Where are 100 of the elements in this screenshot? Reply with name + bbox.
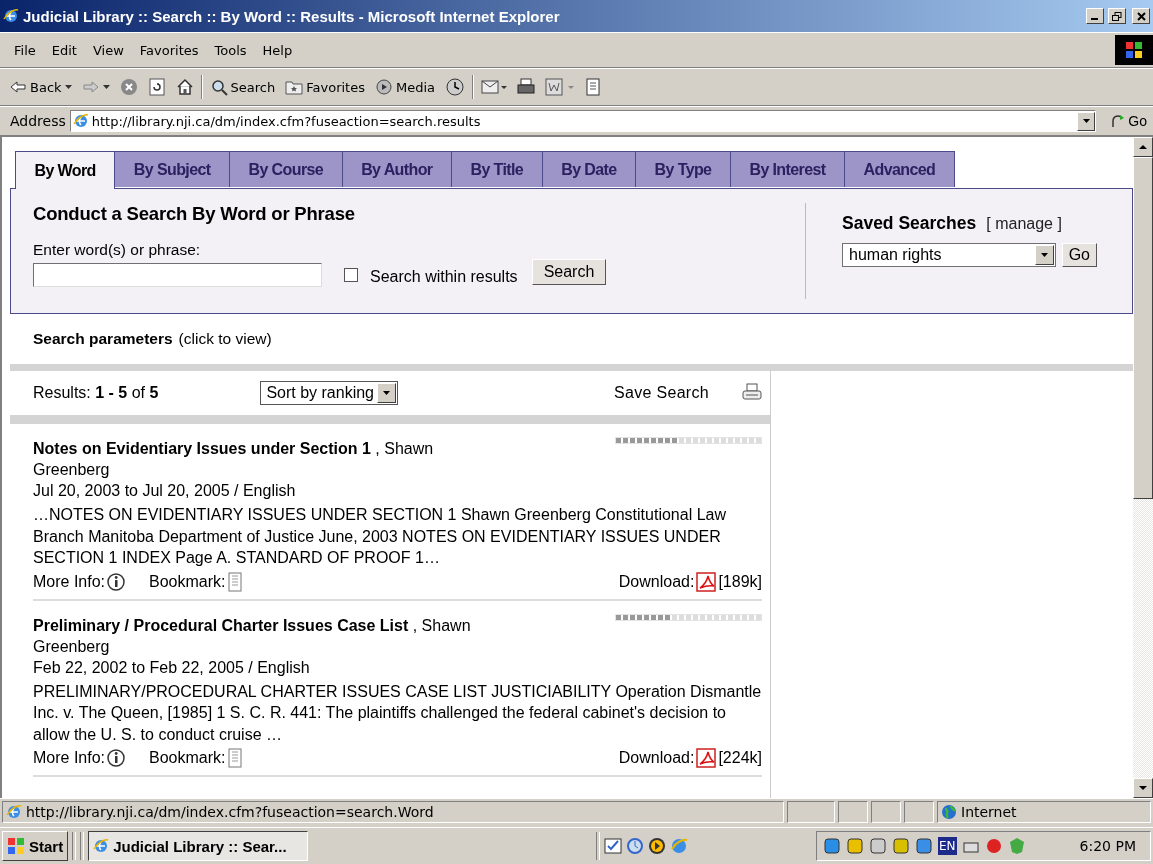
info-icon[interactable] — [107, 749, 126, 767]
taskbar-window-button[interactable]: Judicial Library :: Sear... — [88, 831, 309, 861]
bookmark-label: Bookmark: — [149, 572, 226, 591]
restore-icon — [1112, 11, 1122, 21]
status-panel — [904, 801, 934, 823]
more-info-label: More Info: — [33, 749, 106, 767]
language-indicator[interactable]: EN — [938, 837, 957, 855]
forward-arrow-icon — [81, 79, 100, 95]
status-panel — [871, 801, 901, 823]
manage-link[interactable]: [ manage ] — [986, 215, 1062, 233]
calendar-icon[interactable] — [604, 837, 623, 855]
window-title: Judicial Library :: Search :: By Word :: Results - Microsoft Internet Explorer — [23, 7, 561, 25]
media-icon — [374, 78, 393, 96]
folder-star-icon — [285, 79, 304, 95]
globe-icon — [941, 804, 957, 820]
close-icon — [1136, 11, 1146, 21]
back-arrow-icon — [9, 79, 27, 95]
page-globe-icon — [6, 804, 22, 820]
tab[interactable]: By Interest — [730, 151, 846, 187]
down-arrow-icon — [1139, 786, 1147, 790]
info-icon[interactable] — [107, 572, 126, 591]
checkbox-label: Search within results — [370, 267, 518, 286]
media-button[interactable]: Media — [371, 76, 438, 98]
bookmark-label: Bookmark: — [149, 749, 226, 767]
start-button[interactable]: Start — [2, 831, 69, 861]
result-excerpt: PRELIMINARY/PROCEDURAL CHARTER ISSUES CASE LIST JUSTICIABILITY Operation Dismantle Inc. v. The Queen, [1985] 1 S. C. R. 441: The plaintiffs challenged the federal cabinet's decision to allow the U. S. to conduct cruise … — [33, 681, 762, 745]
save-search-link[interactable]: Save Search — [614, 384, 709, 402]
stop-icon — [119, 78, 138, 96]
status-text: http://library.nji.ca/dm/index.cfm?fuseaction=search.Word — [26, 804, 434, 820]
result-excerpt: …NOTES ON EVIDENTIARY ISSUES UNDER SECTION 1 Shawn Greenberg Constitutional Law Branch Manitoba Department of Justice June, 2003 NOTES ON EVIDENTIARY ISSUES UNDER SECTION 1 INDEX Page A. STANDARD OF PROOF 1… — [33, 505, 727, 568]
download-label: Download: — [618, 749, 695, 767]
checkbox[interactable] — [344, 268, 358, 282]
tab[interactable]: By Author — [342, 151, 452, 187]
menu-item[interactable]: Help — [254, 42, 301, 58]
status-panel — [787, 801, 835, 823]
address-label: Address — [10, 113, 66, 129]
print-icon — [517, 78, 535, 96]
tab[interactable]: Advanced — [845, 151, 955, 187]
caret-icon — [1082, 119, 1090, 123]
search-button[interactable]: Search — [206, 76, 279, 98]
clock: 6:20 PM — [1079, 838, 1136, 854]
history-icon — [445, 78, 465, 96]
search-button[interactable]: Search — [531, 259, 607, 285]
pdf-icon[interactable] — [696, 571, 717, 592]
go-button[interactable]: Go — [1061, 243, 1097, 267]
browser-icon — [93, 838, 110, 854]
page-globe-icon — [72, 113, 89, 129]
tab[interactable]: By Subject — [115, 151, 230, 187]
result-dates: Feb 22, 2002 to Feb 22, 2005 / English — [33, 657, 311, 678]
status-panel — [838, 801, 868, 823]
file-size: [224k] — [718, 749, 762, 767]
tab[interactable]: By Date — [542, 151, 637, 187]
tab[interactable]: By Course — [230, 151, 343, 187]
parameters-hint: (click to view) — [178, 330, 272, 348]
menu-item[interactable]: Favorites — [131, 42, 207, 58]
close-button[interactable] — [1132, 8, 1150, 24]
results-count: Results: 1 - 5 of 5 — [33, 384, 159, 402]
result-title[interactable]: Notes on Evidentiary Issues under Section 1 , Shawn Greenberg — [33, 438, 473, 480]
saved-searches-heading: Saved Searches — [842, 213, 977, 234]
sort-select[interactable]: Sort by ranking — [260, 381, 398, 405]
security-zone: Internet — [961, 804, 1017, 820]
maximize-button[interactable] — [1108, 8, 1126, 24]
edit-icon — [545, 78, 575, 96]
print-icon[interactable] — [742, 383, 762, 403]
result-dates: Jul 20, 2003 to Jul 20, 2005 / English — [33, 481, 297, 501]
home-icon — [175, 78, 194, 96]
tab[interactable]: By Word — [15, 151, 116, 189]
play-icon[interactable] — [648, 837, 667, 855]
mail-icon — [481, 78, 507, 96]
address-field[interactable]: http://library.nji.ca/dm/index.cfm?fuseaction=search.results — [69, 110, 1097, 132]
back-button[interactable]: Back — [6, 77, 75, 97]
search-field[interactable] — [33, 263, 322, 287]
search-icon — [209, 78, 228, 96]
favorites-button[interactable]: Favorites — [282, 77, 368, 97]
result-title[interactable]: Preliminary / Procedural Charter Issues Case List , Shawn Greenberg — [33, 614, 473, 657]
caret-icon — [1040, 253, 1048, 257]
pdf-icon[interactable] — [696, 748, 717, 768]
browser-icon — [3, 8, 19, 24]
minimize-button[interactable] — [1086, 8, 1104, 24]
search-heading: Conduct a Search By Word or Phrase — [33, 203, 356, 225]
tab[interactable]: By Title — [451, 151, 543, 187]
saved-search-select[interactable]: human rights — [842, 243, 1056, 267]
field-label: Enter word(s) or phrase: — [33, 241, 202, 259]
tab[interactable]: By Type — [636, 151, 731, 187]
search-parameters-link[interactable]: Search parameters — [33, 330, 173, 348]
app-icon[interactable] — [984, 837, 1003, 855]
menu-item[interactable]: File — [6, 42, 44, 58]
download-label: Download: — [618, 572, 695, 591]
file-size: [189k] — [718, 572, 762, 591]
flag-icon — [1125, 41, 1143, 59]
scrollbar[interactable] — [1133, 137, 1153, 798]
up-arrow-icon — [1139, 145, 1147, 149]
go-button[interactable]: Go — [1108, 113, 1149, 129]
menu-item[interactable]: Tools — [206, 42, 255, 58]
menu-item[interactable]: Edit — [43, 42, 85, 58]
more-info-label: More Info: — [33, 572, 106, 591]
caret-icon — [64, 85, 72, 89]
page-icon — [585, 78, 601, 96]
flag-icon — [7, 837, 25, 855]
menu-item[interactable]: View — [84, 42, 132, 58]
